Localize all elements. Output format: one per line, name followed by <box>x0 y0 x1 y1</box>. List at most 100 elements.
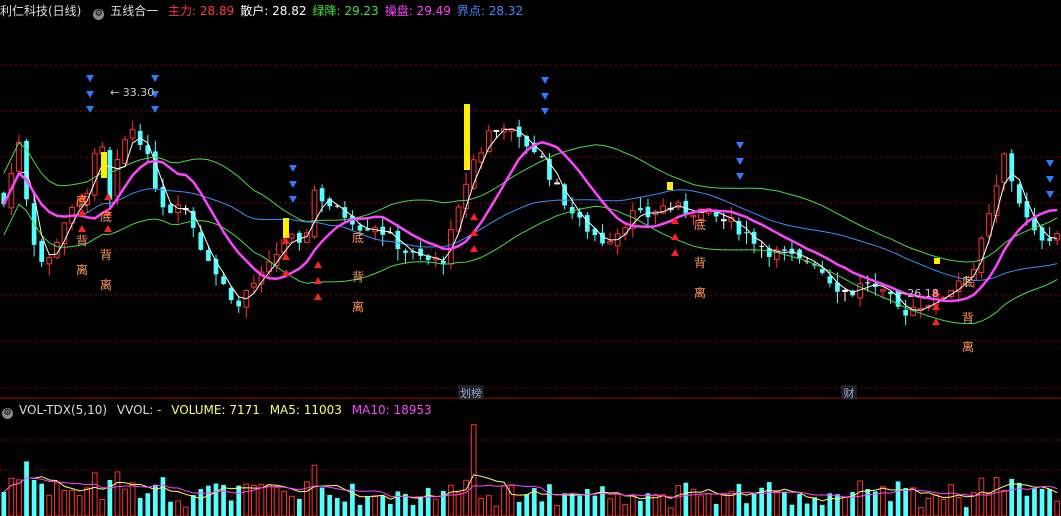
volume-bar <box>584 489 590 516</box>
event-badge-2: 财 <box>841 385 857 400</box>
volume-bar <box>600 486 605 516</box>
volume-bar <box>622 504 629 516</box>
volume-bar <box>297 498 302 516</box>
volume-bar <box>690 488 697 516</box>
volume-bar <box>835 494 840 516</box>
sell-arrow-icon <box>541 93 549 100</box>
candle <box>1047 227 1052 246</box>
volume-bar <box>1047 489 1052 516</box>
candle-body <box>1009 153 1015 182</box>
volume-bar <box>137 497 143 516</box>
sell-arrow-icon <box>736 173 744 180</box>
candle-body <box>440 260 446 264</box>
sell-arrow-icon <box>1046 160 1054 167</box>
vvol-label: VVOL: - <box>116 403 162 417</box>
candle-body <box>865 282 871 284</box>
volume-bar <box>1054 500 1061 516</box>
candle-body <box>539 156 545 158</box>
divergence-label-3: 背 <box>694 256 706 270</box>
candle-body <box>842 289 848 292</box>
volume-bar <box>107 480 113 516</box>
volume-bar <box>160 477 166 516</box>
volume-bar <box>319 487 325 516</box>
volume-header: ⚙ VOL-TDX(5,10) VVOL: - VOLUME: 7171 MA5:… <box>0 401 438 419</box>
volume-bar <box>372 495 378 516</box>
candle <box>508 128 515 142</box>
grid-lines <box>0 64 1061 497</box>
volume-bar <box>122 488 128 516</box>
volume-bar <box>69 489 75 516</box>
candle <box>607 232 613 245</box>
volume-bar <box>804 503 810 516</box>
candle-body <box>297 232 302 243</box>
volume-bar <box>547 484 552 516</box>
volume-bar <box>766 482 772 516</box>
candle-body <box>319 188 325 202</box>
sell-arrow-icon <box>86 106 94 113</box>
divergence-label-3: 离 <box>694 285 706 300</box>
volume-bar <box>516 501 522 516</box>
volume-bar <box>963 507 969 516</box>
volume-bar <box>508 485 515 516</box>
volume-bar <box>61 489 68 516</box>
volume-gear-icon[interactable]: ⚙ <box>2 408 13 419</box>
divergence-label-4: 底 <box>962 274 974 289</box>
volume-bar <box>478 497 485 516</box>
header-item-1: 散户: 28.82 <box>240 4 307 18</box>
stock-title: 利仁科技(日线) <box>0 4 82 18</box>
divergence-label-0: 底 <box>76 193 88 208</box>
divergence-label-2: 离 <box>352 299 364 314</box>
candle-body <box>819 269 825 273</box>
volume-bar <box>213 483 219 516</box>
candle <box>46 255 53 276</box>
sell-arrow-icon <box>289 181 297 188</box>
volume-bar <box>713 503 719 516</box>
volume-bar <box>357 504 363 516</box>
candle <box>327 196 333 211</box>
yellow-mark-3 <box>667 182 673 190</box>
volume-bar <box>993 477 1000 516</box>
high-price-label: ← 33.30 <box>110 86 154 99</box>
volume-bar <box>258 483 265 516</box>
candle-body <box>107 150 113 200</box>
volume-bar <box>221 484 226 516</box>
settings-gear-icon[interactable]: ⚙ <box>93 9 105 20</box>
yellow-mark-2 <box>283 218 289 238</box>
candle-body <box>744 232 749 234</box>
volume-bar <box>501 485 507 516</box>
candle <box>432 251 439 268</box>
volume-bar <box>425 488 431 516</box>
volume-bar <box>410 505 416 516</box>
candle-body <box>690 214 697 218</box>
candle-body <box>1054 233 1061 241</box>
candle <box>789 240 795 261</box>
volume-bar <box>190 495 196 516</box>
candle <box>917 298 924 319</box>
kline-chart[interactable]: 底背离底背离底背离底背离底背离← 33.30←26.18划榜财 <box>0 0 1061 516</box>
candle-body <box>463 183 469 209</box>
volume-bar <box>470 424 477 516</box>
volume-bar <box>114 471 121 516</box>
volume-bar <box>84 487 91 516</box>
candle <box>835 272 840 304</box>
candle <box>910 299 917 317</box>
sell-arrow-icon <box>86 91 94 98</box>
candle <box>91 147 98 202</box>
volume-bar <box>948 484 954 516</box>
volume-bar <box>311 464 318 516</box>
volume-bar <box>387 503 393 516</box>
candle-body <box>1047 238 1052 241</box>
candle <box>888 291 893 304</box>
volume-bar <box>273 487 280 516</box>
volume-bar <box>629 495 636 516</box>
volume-bar <box>448 484 454 516</box>
volume-bar <box>24 461 29 516</box>
candle <box>652 209 659 225</box>
volume-bar <box>243 483 250 516</box>
event-badge-text: 划榜 <box>460 386 482 400</box>
volume-bar <box>880 486 886 516</box>
divergence-label-4: 背 <box>962 311 974 325</box>
candle-body <box>827 276 833 284</box>
volume-bar <box>46 494 53 516</box>
candle <box>69 204 75 231</box>
